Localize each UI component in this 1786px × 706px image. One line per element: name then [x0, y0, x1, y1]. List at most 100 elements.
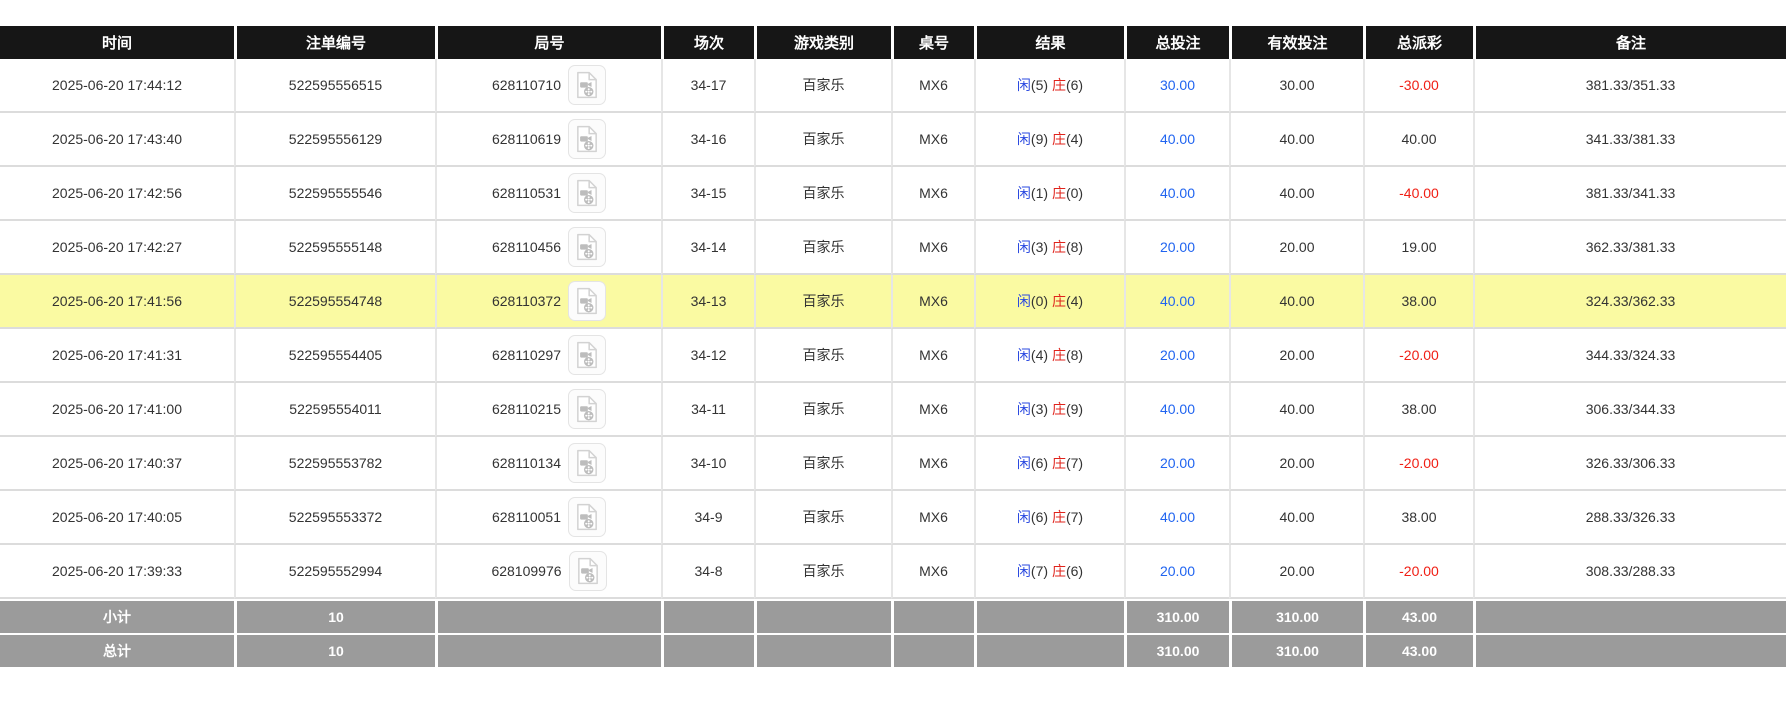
result-player-score: (6) [1030, 455, 1049, 471]
cell-result: 闲(3) 庄(8) [974, 221, 1124, 275]
cell-result: 闲(6) 庄(7) [974, 437, 1124, 491]
cell-valid-bet: 40.00 [1229, 491, 1363, 545]
cell-result: 闲(6) 庄(7) [974, 491, 1124, 545]
cell-remark: 324.33/362.33 [1473, 275, 1786, 329]
summary-valid-bet: 310.00 [1229, 599, 1363, 633]
video-replay-button[interactable] [568, 227, 607, 267]
table-row: 2025-06-20 17:44:12 522595556515 6281107… [0, 59, 1786, 113]
cell-payout: -20.00 [1363, 329, 1473, 383]
video-replay-button[interactable] [568, 281, 607, 321]
video-replay-button[interactable] [568, 389, 607, 429]
summary-total-bet: 310.00 [1124, 599, 1229, 633]
result-banker-score: (0) [1065, 185, 1084, 201]
table-row: 2025-06-20 17:41:00 522595554011 6281102… [0, 383, 1786, 437]
cell-game-type: 百家乐 [754, 491, 891, 545]
cell-payout: -20.00 [1363, 545, 1473, 599]
summary-count: 10 [234, 633, 435, 667]
cell-total-bet: 40.00 [1124, 167, 1229, 221]
result-player-score: (3) [1030, 239, 1049, 255]
cell-remark: 341.33/381.33 [1473, 113, 1786, 167]
cell-bet-id: 522595552994 [234, 545, 435, 599]
summary-row: 总计 10 310.00 310.00 43.00 [0, 633, 1786, 667]
result-player-score: (4) [1030, 347, 1049, 363]
cell-session: 34-10 [661, 437, 754, 491]
cell-valid-bet: 30.00 [1229, 59, 1363, 113]
cell-valid-bet: 20.00 [1229, 221, 1363, 275]
cell-time: 2025-06-20 17:42:27 [0, 221, 234, 275]
column-header-round_id: 局号 [435, 26, 661, 59]
cell-session: 34-12 [661, 329, 754, 383]
cell-bet-id: 522595555546 [234, 167, 435, 221]
round-id: 628110372 [491, 293, 562, 309]
result-player-label: 闲 [1016, 509, 1031, 525]
cell-time: 2025-06-20 17:40:05 [0, 491, 234, 545]
table-row: 2025-06-20 17:41:56 522595554748 6281103… [0, 275, 1786, 329]
cell-round: 628110619 [435, 113, 661, 167]
video-replay-button[interactable] [568, 497, 607, 537]
result-player-label: 闲 [1016, 185, 1031, 201]
cell-session: 34-16 [661, 113, 754, 167]
result-banker-score: (4) [1065, 131, 1084, 147]
table-row: 2025-06-20 17:42:27 522595555148 6281104… [0, 221, 1786, 275]
cell-payout: -40.00 [1363, 167, 1473, 221]
summary-label: 小计 [0, 599, 234, 633]
video-file-icon [577, 287, 597, 315]
cell-remark: 308.33/288.33 [1473, 545, 1786, 599]
cell-round: 628110051 [435, 491, 661, 545]
video-replay-button[interactable] [568, 335, 607, 375]
summary-empty-result [974, 633, 1124, 667]
summary-empty-round [435, 599, 661, 633]
summary-empty-game-type [754, 599, 891, 633]
cell-table-no: MX6 [891, 383, 974, 437]
table-row: 2025-06-20 17:42:56 522595555546 6281105… [0, 167, 1786, 221]
cell-payout: 38.00 [1363, 383, 1473, 437]
video-replay-button[interactable] [568, 65, 607, 105]
cell-remark: 288.33/326.33 [1473, 491, 1786, 545]
column-header-result: 结果 [974, 26, 1124, 59]
video-replay-button[interactable] [568, 119, 607, 159]
summary-label: 总计 [0, 633, 234, 667]
cell-round: 628110297 [435, 329, 661, 383]
summary-empty-game-type [754, 633, 891, 667]
table-body: 2025-06-20 17:44:12 522595556515 6281107… [0, 59, 1786, 599]
video-file-icon [577, 125, 597, 153]
cell-result: 闲(0) 庄(4) [974, 275, 1124, 329]
result-player-label: 闲 [1016, 563, 1031, 579]
cell-total-bet: 20.00 [1124, 545, 1229, 599]
video-file-icon [577, 449, 597, 477]
cell-bet-id: 522595555148 [234, 221, 435, 275]
cell-table-no: MX6 [891, 275, 974, 329]
cell-result: 闲(9) 庄(4) [974, 113, 1124, 167]
cell-table-no: MX6 [891, 113, 974, 167]
result-banker-score: (8) [1065, 239, 1084, 255]
column-header-session: 场次 [661, 26, 754, 59]
column-header-payout: 总派彩 [1363, 26, 1473, 59]
bet-history-page: 时间 注单编号 局号 场次 游戏类别 桌号 结果 总投注 有效投注 总派彩 备注 2025-06-2… [0, 0, 1786, 667]
result-player-label: 闲 [1016, 347, 1031, 363]
video-replay-button[interactable] [568, 443, 607, 483]
summary-empty-round [435, 633, 661, 667]
cell-total-bet: 40.00 [1124, 383, 1229, 437]
summary-empty-table-no [891, 599, 974, 633]
summary-empty-session [661, 633, 754, 667]
cell-bet-id: 522595553782 [234, 437, 435, 491]
summary-valid-bet: 310.00 [1229, 633, 1363, 667]
cell-game-type: 百家乐 [754, 383, 891, 437]
cell-result: 闲(4) 庄(8) [974, 329, 1124, 383]
cell-table-no: MX6 [891, 221, 974, 275]
cell-total-bet: 40.00 [1124, 275, 1229, 329]
summary-row: 小计 10 310.00 310.00 43.00 [0, 599, 1786, 633]
video-replay-button[interactable] [568, 551, 607, 591]
round-id: 628110051 [491, 509, 562, 525]
summary-count: 10 [234, 599, 435, 633]
cell-round: 628110531 [435, 167, 661, 221]
cell-table-no: MX6 [891, 329, 974, 383]
cell-table-no: MX6 [891, 545, 974, 599]
video-replay-button[interactable] [568, 173, 607, 213]
cell-session: 34-13 [661, 275, 754, 329]
cell-total-bet: 30.00 [1124, 59, 1229, 113]
summary-empty-session [661, 599, 754, 633]
cell-payout: -30.00 [1363, 59, 1473, 113]
result-banker-label: 庄 [1051, 563, 1066, 579]
cell-valid-bet: 40.00 [1229, 167, 1363, 221]
